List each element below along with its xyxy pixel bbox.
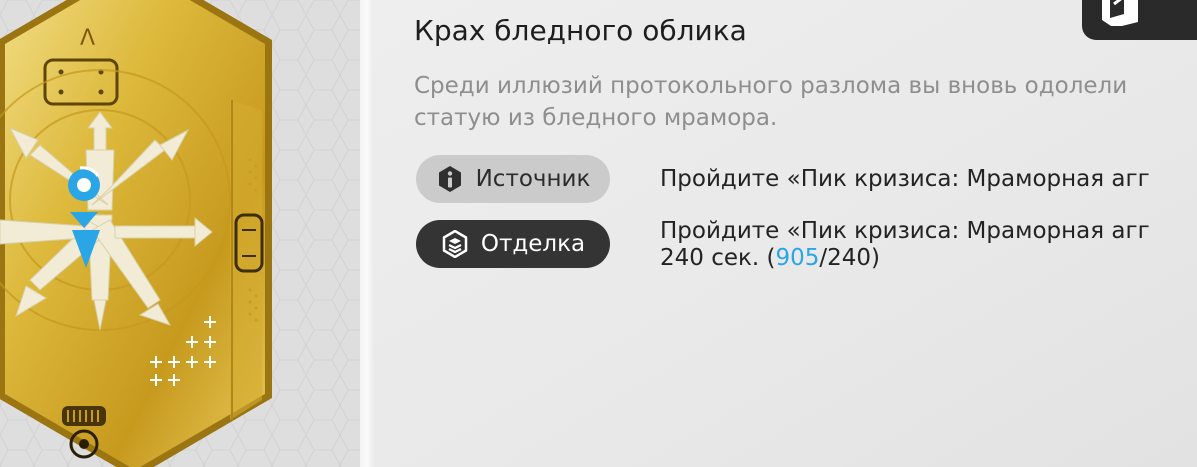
source-text: Пройдите «Пик кризиса: Мраморная агг — [660, 166, 1150, 192]
achievement-description: Среди иллюзий протокольного разлома вы в… — [414, 73, 1128, 131]
finish-pill[interactable]: Отделка — [416, 220, 610, 268]
finish-text-line2: 240 сек. (905/240) — [660, 245, 1197, 272]
finish-text: Пройдите «Пик кризиса: Мраморная агг 240… — [660, 218, 1197, 272]
layers-icon — [442, 230, 468, 258]
progress-prefix: 240 сек. ( — [660, 245, 776, 271]
panel-divider — [360, 0, 374, 467]
finish-text-line1: Пройдите «Пик кризиса: Мраморная агг — [660, 218, 1150, 244]
emblem-panel: Λ — [0, 0, 360, 467]
achievement-details: По Крах бледного облика Среди иллюзий пр… — [374, 0, 1197, 467]
achievement-title: Крах бледного облика — [414, 14, 747, 47]
source-label: Источник — [475, 166, 591, 192]
document-icon — [1102, 0, 1138, 26]
svg-text:Λ: Λ — [80, 26, 95, 51]
progress-current: 905 — [775, 245, 820, 271]
info-icon — [438, 166, 461, 192]
finish-label: Отделка — [480, 231, 586, 257]
top-right-button[interactable]: По — [1082, 0, 1197, 40]
progress-suffix: /240) — [819, 245, 881, 271]
achievement-emblem-art: Λ — [0, 0, 360, 467]
source-pill[interactable]: Источник — [416, 155, 610, 203]
badge-label: По — [1160, 0, 1197, 5]
